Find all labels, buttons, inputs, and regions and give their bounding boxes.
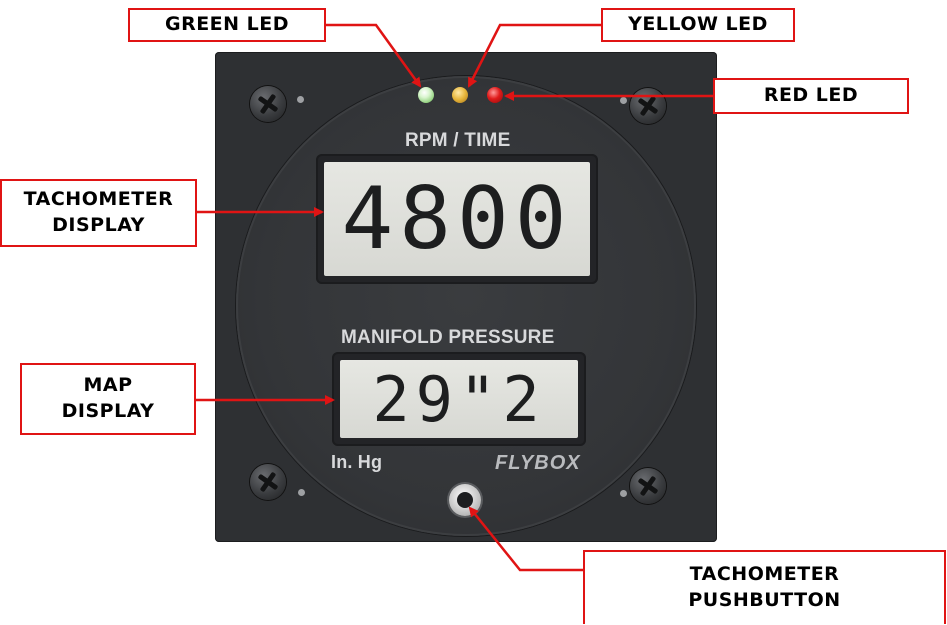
pushbutton-arrow: [468, 506, 583, 572]
tachometer-pushbutton-callout: TACHOMETER PUSHBUTTON: [583, 550, 946, 624]
green-led-callout: GREEN LED: [128, 8, 326, 42]
yellow-led-callout: YELLOW LED: [601, 8, 795, 42]
map-display-callout: MAP DISPLAY: [20, 363, 196, 435]
diagram: RPM / TIME 4800 MANIFOLD PRESSURE 29"2 I…: [0, 0, 947, 625]
green-led-arrow: [326, 23, 422, 88]
tachometer-display-callout: TACHOMETER DISPLAY: [0, 179, 197, 247]
yellow-led-arrow: [467, 23, 601, 88]
red-led-callout: RED LED: [713, 78, 909, 114]
